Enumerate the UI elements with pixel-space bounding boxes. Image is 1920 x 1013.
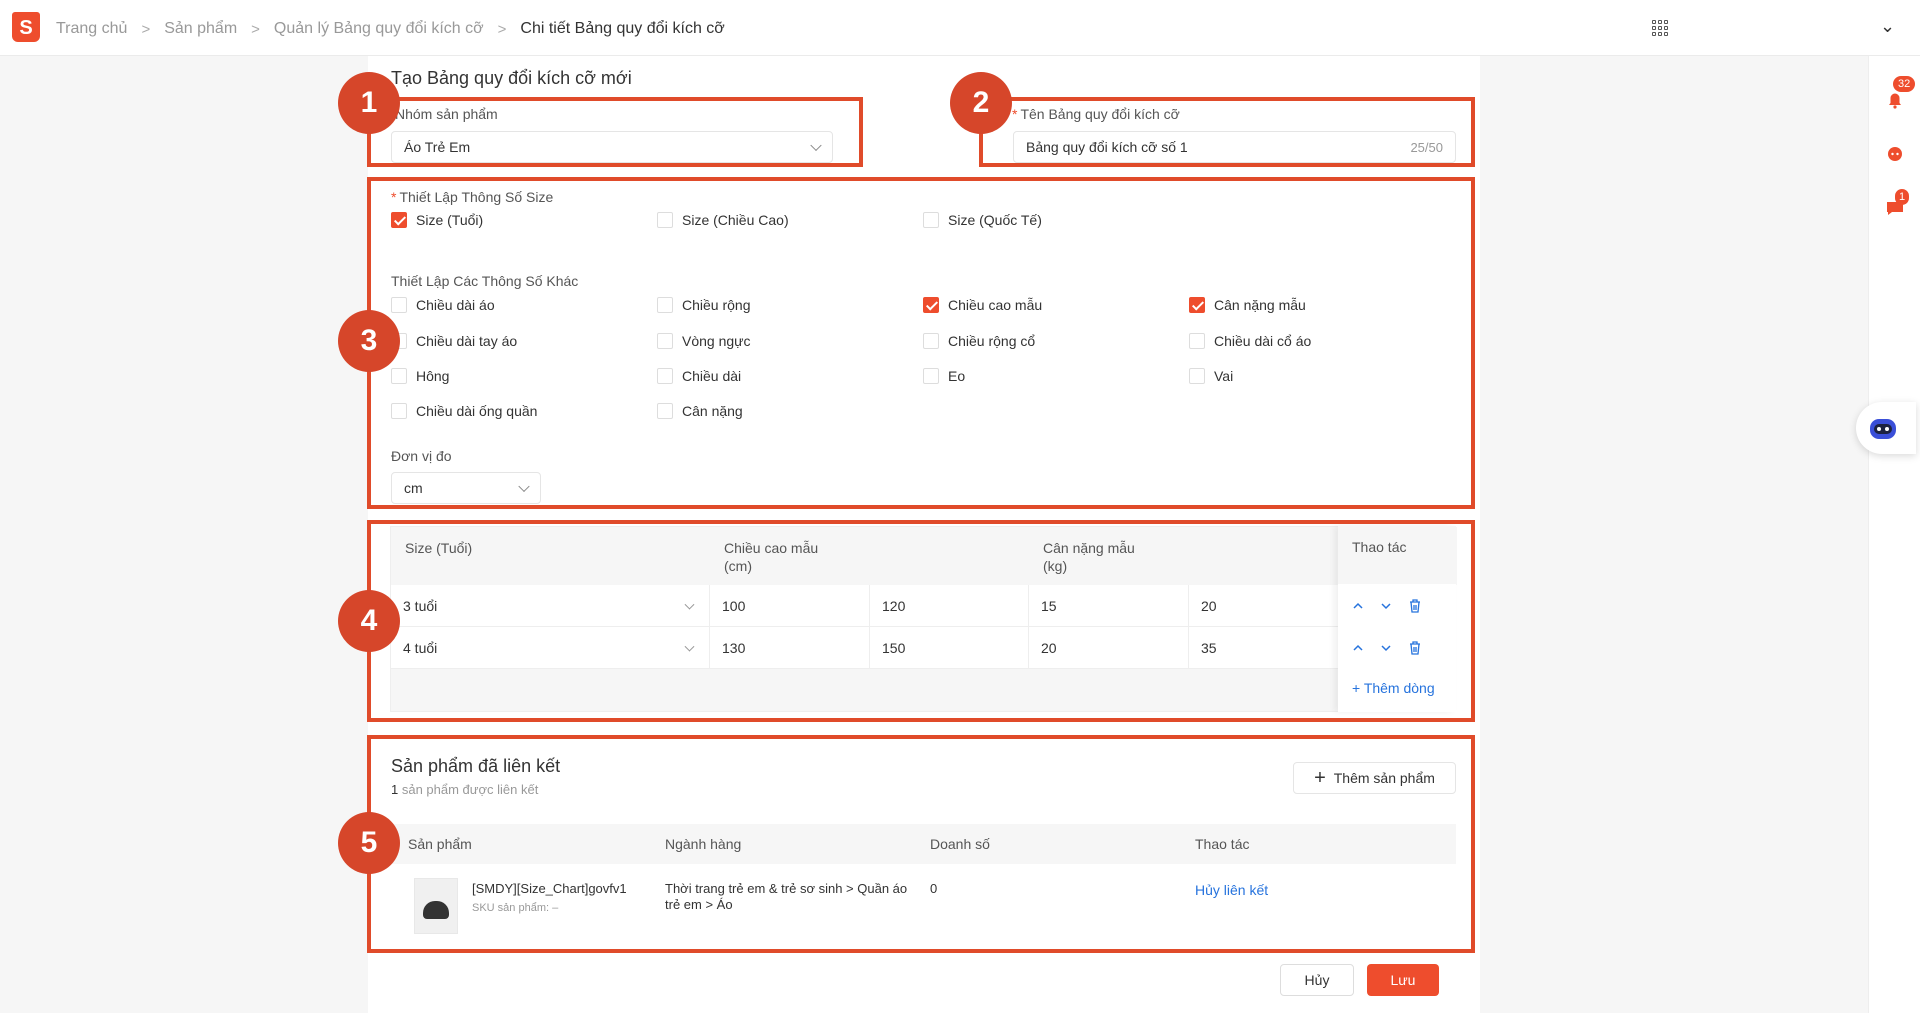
breadcrumb-home[interactable]: Trang chủ [56,20,127,38]
chevron-right-icon: > [141,20,151,38]
annotation-number-1: 1 [338,72,400,134]
breadcrumb-current: Chi tiết Bảng quy đổi kích cỡ [520,20,725,37]
annotation-number-3: 3 [338,310,400,372]
annotation-number-5: 5 [338,812,400,874]
breadcrumb-products[interactable]: Sản phẩm [164,20,237,38]
annotation-number-2: 2 [950,72,1012,134]
annotation-box-1 [367,97,863,167]
chat-badge: 1 [1895,189,1910,205]
page-title: Tạo Bảng quy đổi kích cỡ mới [391,68,632,88]
apps-grid-icon[interactable] [1652,20,1668,36]
account-chevron-down-icon[interactable]: ⌄ [1880,16,1895,37]
annotation-box-2 [979,97,1475,167]
chevron-right-icon: > [497,20,507,38]
annotation-box-5 [367,735,1475,953]
annotation-number-4: 4 [338,590,400,652]
chevron-right-icon: > [251,20,260,38]
support-agent-icon[interactable] [1883,142,1907,166]
cancel-button[interactable]: Hủy [1280,964,1354,996]
save-button[interactable]: Lưu [1367,964,1439,996]
chatbot-assistant-icon[interactable] [1856,402,1916,454]
top-bar: S Trang chủ > Sản phẩm > Quản lý Bảng qu… [0,0,1920,56]
shopee-logo-icon[interactable]: S [12,12,40,42]
right-sidebar: 32 1 [1868,56,1920,1013]
bell-badge: 32 [1893,76,1916,92]
annotation-box-4 [367,520,1475,722]
annotation-box-3 [367,177,1475,509]
breadcrumb: Trang chủ > Sản phẩm > Quản lý Bảng quy … [56,20,725,38]
breadcrumb-size-chart-management[interactable]: Quản lý Bảng quy đổi kích cỡ [274,20,484,38]
